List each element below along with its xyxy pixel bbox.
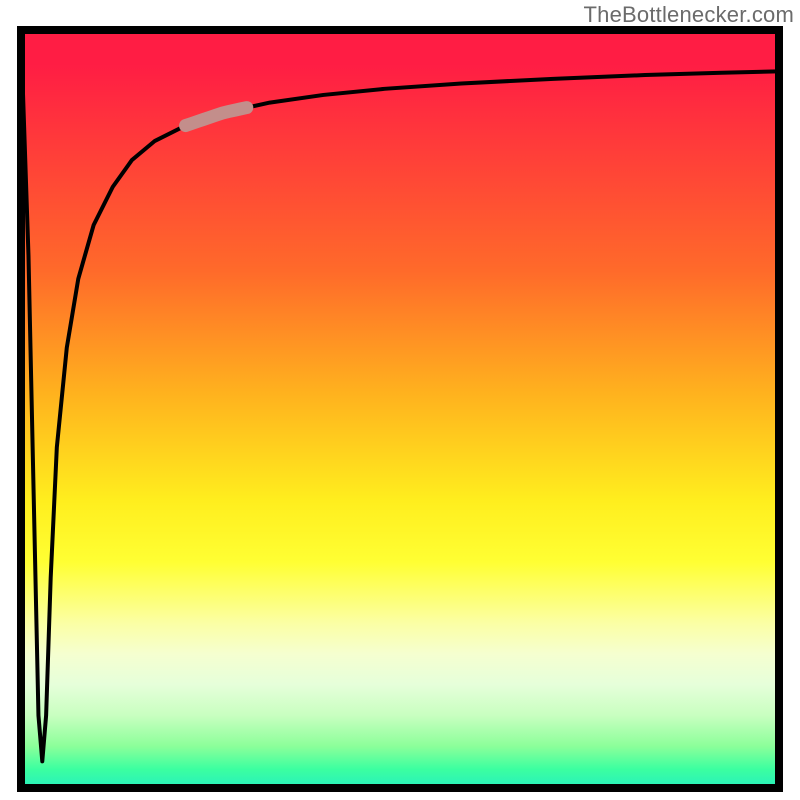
attribution-label: TheBottlenecker.com xyxy=(584,2,794,28)
chart-container: TheBottlenecker.com xyxy=(0,0,800,800)
plot-gradient-area xyxy=(17,26,783,792)
